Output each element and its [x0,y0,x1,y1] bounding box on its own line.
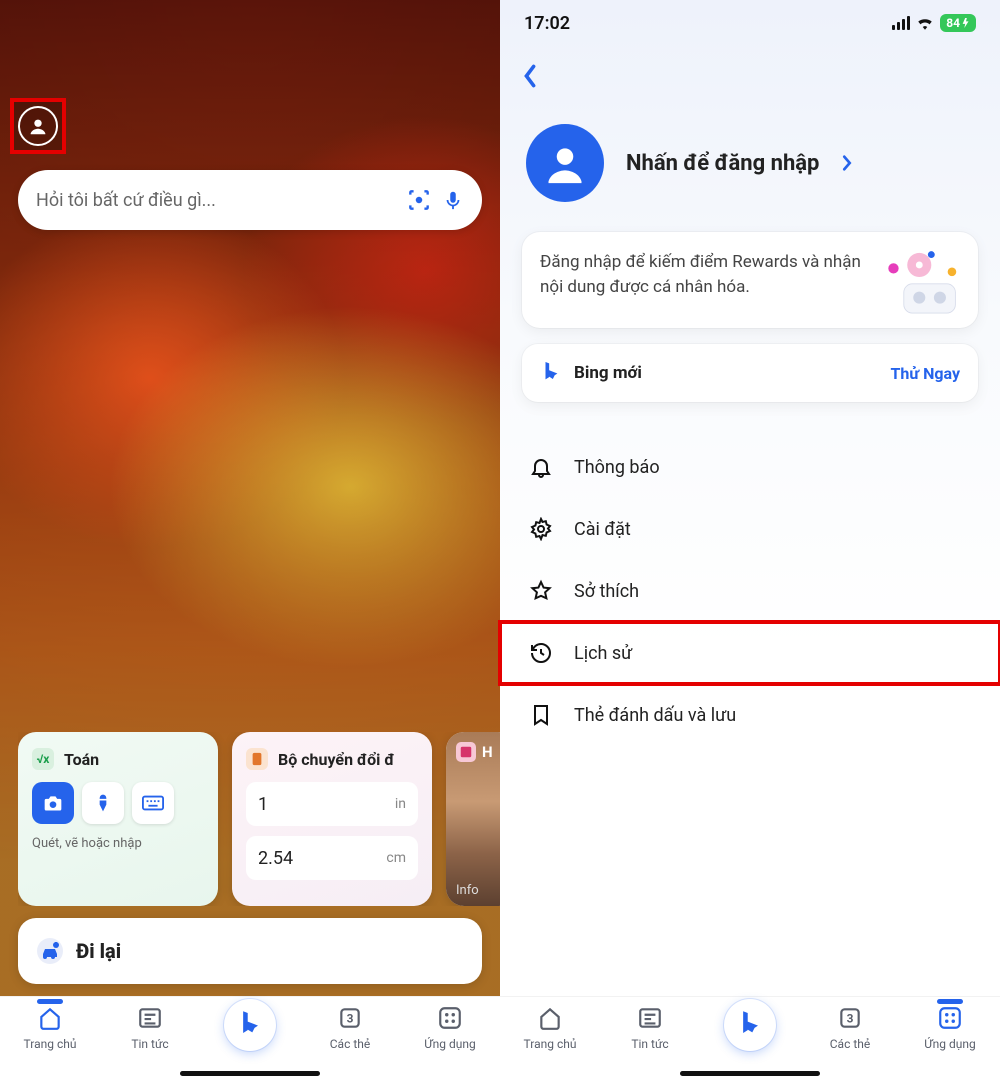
math-card[interactable]: √x Toán Quét, vẽ hoặc nhập [18,732,218,906]
home-indicator [680,1071,820,1076]
bookmark-icon [528,702,554,728]
svg-text:3: 3 [847,1011,854,1025]
converter-input-2[interactable]: 2.54 cm [246,836,418,880]
mic-icon[interactable] [442,187,464,213]
ruler-icon [246,748,268,770]
menu-history-highlight[interactable]: Lịch sử [500,622,1000,684]
bottom-nav: Trang chủ Tin tức 3 Các thẻ Ứng dụng [0,996,500,1082]
home-icon [537,1005,563,1031]
keyboard-icon[interactable] [132,782,174,824]
draw-icon[interactable] [82,782,124,824]
nav-bing[interactable] [713,1003,787,1051]
search-placeholder: Hỏi tôi bất cứ điều gì... [36,190,396,211]
wifi-icon [916,16,934,30]
math-title: Toán [64,750,99,769]
nav-tabs[interactable]: 3 Các thẻ [813,1003,887,1051]
nav-news[interactable]: Tin tức [613,1003,687,1051]
history-icon [528,640,554,666]
status-time: 17:02 [524,13,570,34]
tabs-icon: 3 [337,1005,363,1031]
widget-row: √x Toán Quét, vẽ hoặc nhập Bộ chuyển đổi… [18,732,500,906]
promo-art-icon [878,246,964,320]
screenshot-right: 17:02 84 Nhấn để đăng nhập [500,0,1000,1082]
svg-text:3: 3 [347,1011,354,1025]
status-bar: 17:02 84 [500,0,1000,46]
nav-apps[interactable]: Ứng dụng [413,1003,487,1051]
car-icon [36,937,64,965]
news-icon [137,1005,163,1031]
apps-icon [437,1005,463,1031]
converter-input-1[interactable]: 1 in [246,782,418,826]
bing-cta[interactable]: Thử Ngay [891,364,961,383]
camera-icon[interactable] [32,782,74,824]
star-icon [528,578,554,604]
bing-new-row[interactable]: Bing mới Thử Ngay [522,344,978,402]
signin-title: Nhấn để đăng nhập [626,151,819,176]
home-indicator [180,1071,320,1076]
search-bar[interactable]: Hỏi tôi bất cứ điều gì... [18,170,482,230]
image-card[interactable]: H Info [446,732,500,906]
nav-tabs[interactable]: 3 Các thẻ [313,1003,387,1051]
menu-bookmarks[interactable]: Thẻ đánh dấu và lưu [522,684,978,746]
signin-row[interactable]: Nhấn để đăng nhập [522,124,978,202]
chevron-right-icon [841,154,853,172]
profile-button-highlight[interactable] [10,98,66,154]
travel-title: Đi lại [76,939,121,963]
lens-icon[interactable] [406,187,432,213]
converter-title: Bộ chuyển đổi đ [278,750,394,769]
menu-notifications[interactable]: Thông báo [522,436,978,498]
avatar-icon [526,124,604,202]
nav-apps[interactable]: Ứng dụng [913,1003,987,1051]
promo-text: Đăng nhập để kiếm điểm Rewards và nhận n… [540,250,868,299]
math-sub: Quét, vẽ hoặc nhập [32,836,204,851]
tabs-icon: 3 [837,1005,863,1031]
news-icon [637,1005,663,1031]
screenshot-left: 17:02 84 Hỏi tôi bất cứ điều gì... [0,0,500,1082]
menu-list: Thông báo Cài đặt Sở thích Lịch sử Thẻ đ… [522,436,978,746]
menu-interests[interactable]: Sở thích [522,560,978,622]
image-title: H [482,743,493,761]
battery-badge: 84 [940,14,976,32]
nav-news[interactable]: Tin tức [113,1003,187,1051]
rewards-promo[interactable]: Đăng nhập để kiếm điểm Rewards và nhận n… [522,232,978,328]
cellular-icon [892,16,910,30]
bing-icon [224,999,276,1051]
bing-b-icon [540,360,562,386]
home-icon [37,1005,63,1031]
bell-icon [528,454,554,480]
bing-icon [724,999,776,1051]
gear-icon [528,516,554,542]
back-button[interactable] [522,64,538,88]
converter-card[interactable]: Bộ chuyển đổi đ 1 in 2.54 cm [232,732,432,906]
bing-label: Bing mới [574,363,642,383]
bottom-nav: Trang chủ Tin tức 3 Các thẻ Ứng dụng [500,996,1000,1082]
nav-bing[interactable] [213,1003,287,1051]
math-icon: √x [32,748,54,770]
apps-icon [937,1005,963,1031]
travel-card[interactable]: Đi lại [18,918,482,984]
menu-settings[interactable]: Cài đặt [522,498,978,560]
profile-icon [18,106,58,146]
image-info: Info [456,883,479,898]
image-icon [456,742,476,762]
nav-home[interactable]: Trang chủ [513,1003,587,1051]
nav-home[interactable]: Trang chủ [13,1003,87,1051]
